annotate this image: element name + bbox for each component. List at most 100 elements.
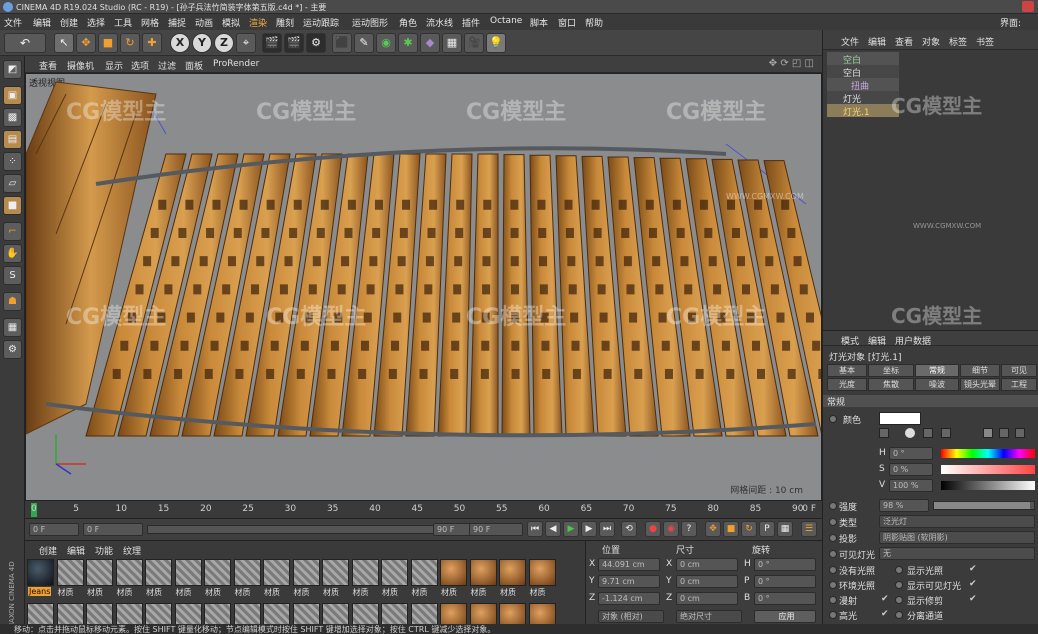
option-anim-radio[interactable] <box>895 566 903 574</box>
tab-visibility[interactable]: 可见 <box>1001 364 1037 377</box>
make-editable-icon[interactable]: ◩ <box>3 60 22 79</box>
preview-range-slider[interactable] <box>147 525 447 534</box>
pos-y-field[interactable]: 9.71 cm <box>598 575 660 588</box>
goto-end-icon[interactable]: ⏭ <box>599 521 615 537</box>
material-swatch[interactable] <box>56 559 84 586</box>
material-swatch[interactable] <box>528 559 556 586</box>
close-window-icon[interactable] <box>1022 1 1034 12</box>
intensity-anim-radio[interactable] <box>829 502 837 510</box>
polygons-mode-icon[interactable]: ■ <box>3 196 22 215</box>
h-field[interactable]: 0 ° <box>889 447 933 460</box>
material-swatch[interactable] <box>440 559 467 586</box>
visible-light-anim-radio[interactable] <box>829 550 837 558</box>
menu-help[interactable]: 帮助 <box>585 16 603 29</box>
perspective-viewport[interactable]: 透视视图 CG模型主 CG模型主 CG模型主 CG模型主 CG模型主 CG模型主… <box>25 73 822 501</box>
option-anim-radio[interactable] <box>829 596 837 604</box>
tab-lens-flare[interactable]: 镜头光晕 <box>960 378 1000 391</box>
hue-slider[interactable] <box>941 449 1035 458</box>
workplane-mode-icon[interactable]: ▤ <box>3 130 22 149</box>
am-menu-userdata[interactable]: 用户数据 <box>895 334 931 347</box>
timeline-window-icon[interactable]: ☰ <box>801 521 817 537</box>
shadow-anim-radio[interactable] <box>829 534 837 542</box>
option-checkbox[interactable]: ✔ <box>881 594 889 604</box>
option-anim-radio[interactable] <box>895 596 903 604</box>
live-select-icon[interactable]: ↖ <box>54 33 74 53</box>
om-menu-object[interactable]: 对象 <box>922 35 940 48</box>
option-anim-radio[interactable] <box>895 581 903 589</box>
type-dropdown[interactable]: 泛光灯 <box>879 515 1035 528</box>
pla-key-icon[interactable]: ▦ <box>777 521 793 537</box>
option-anim-radio[interactable] <box>829 566 837 574</box>
option-checkbox[interactable]: ✔ <box>969 564 977 574</box>
pen-icon[interactable]: ✎ <box>354 33 374 53</box>
model-mode-icon[interactable]: ▣ <box>3 86 22 105</box>
light-icon[interactable]: 💡 <box>486 33 506 53</box>
pos-z-field[interactable]: -1.124 cm <box>598 592 660 605</box>
apply-button[interactable]: 应用 <box>754 610 816 623</box>
mat-menu-texture[interactable]: 纹理 <box>123 544 141 557</box>
vp-menu-filter[interactable]: 过滤 <box>158 59 176 72</box>
object-row[interactable]: 空白 <box>827 65 899 79</box>
option-checkbox[interactable]: ✔ <box>969 579 977 589</box>
tab-basic[interactable]: 基本 <box>827 364 867 377</box>
snap-icon[interactable]: S <box>3 266 22 285</box>
tab-general[interactable]: 常规 <box>915 364 959 377</box>
menu-file[interactable]: 文件 <box>4 16 22 29</box>
menu-octane[interactable]: Octane <box>490 16 522 26</box>
sculpt-icon[interactable]: ☗ <box>3 292 22 311</box>
keyframe-selection-icon[interactable]: ? <box>681 521 697 537</box>
floor-icon[interactable]: ▦ <box>442 33 462 53</box>
menu-script[interactable]: 脚本 <box>530 16 548 29</box>
material-swatch[interactable] <box>351 559 379 586</box>
menu-simulate[interactable]: 模拟 <box>222 16 240 29</box>
visible-light-dropdown[interactable]: 无 <box>879 547 1035 560</box>
rot-p-field[interactable]: 0 ° <box>754 575 816 588</box>
size-x-field[interactable]: 0 cm <box>676 558 738 571</box>
menu-tools[interactable]: 工具 <box>114 16 132 29</box>
step-back-icon[interactable]: ◀ <box>545 521 561 537</box>
material-swatch[interactable] <box>381 559 408 586</box>
z-axis-lock-icon[interactable]: Z <box>214 33 234 53</box>
material-swatch[interactable] <box>292 559 320 586</box>
end-frame-field[interactable]: 90 F <box>469 523 523 536</box>
menu-snap[interactable]: 捕捉 <box>168 16 186 29</box>
coordinate-system-icon[interactable]: ⌖ <box>236 33 256 53</box>
material-swatch[interactable] <box>410 559 438 586</box>
tab-details[interactable]: 细节 <box>960 364 1000 377</box>
s-field[interactable]: 0 % <box>889 463 933 476</box>
menu-sculpt[interactable]: 雕刻 <box>276 16 294 29</box>
move-icon[interactable]: ✥ <box>76 33 96 53</box>
material-swatch[interactable] <box>204 559 231 586</box>
scale-icon[interactable]: ■ <box>98 33 118 53</box>
array-icon[interactable]: ✱ <box>398 33 418 53</box>
grid-icon[interactable]: ▦ <box>3 318 22 337</box>
mat-menu-edit[interactable]: 编辑 <box>67 544 85 557</box>
vp-menu-view[interactable]: 查看 <box>39 59 57 72</box>
option-anim-radio[interactable] <box>829 611 837 619</box>
color-anim-radio[interactable] <box>829 415 837 423</box>
vp-menu-panel[interactable]: 面板 <box>185 59 203 72</box>
undo-icon[interactable]: ↶ <box>4 33 46 53</box>
tweak-mode-icon[interactable]: ✋ <box>3 244 22 263</box>
tab-project[interactable]: 工程 <box>1001 378 1037 391</box>
start-frame-field[interactable]: 0 F <box>29 523 79 536</box>
option-anim-radio[interactable] <box>829 581 837 589</box>
coord-mode-dropdown[interactable]: 对象 (相对) <box>598 610 664 623</box>
rotate-icon[interactable]: ↻ <box>120 33 140 53</box>
menu-motion-tracking[interactable]: 运动跟踪 <box>303 16 339 29</box>
om-menu-bookmarks[interactable]: 书签 <box>976 35 994 48</box>
option-checkbox[interactable]: ✔ <box>881 609 889 619</box>
subdivision-icon[interactable]: ◉ <box>376 33 396 53</box>
object-row[interactable]: 空白 <box>827 52 899 66</box>
viewport-nav-icons[interactable]: ✥ ⟳ ◰ ◫ <box>769 58 814 69</box>
menu-window[interactable]: 窗口 <box>558 16 576 29</box>
rot-key-icon[interactable]: ↻ <box>741 521 757 537</box>
menu-character[interactable]: 角色 <box>399 16 417 29</box>
vp-menu-options[interactable]: 选项 <box>131 59 149 72</box>
tab-photometric[interactable]: 光度 <box>827 378 867 391</box>
vp-menu-prorender[interactable]: ProRender <box>213 59 259 69</box>
object-row-selected[interactable]: 灯光.1 <box>827 104 899 118</box>
type-anim-radio[interactable] <box>829 518 837 526</box>
object-row[interactable]: 灯光 <box>827 91 899 105</box>
color-swatch[interactable] <box>879 412 921 425</box>
